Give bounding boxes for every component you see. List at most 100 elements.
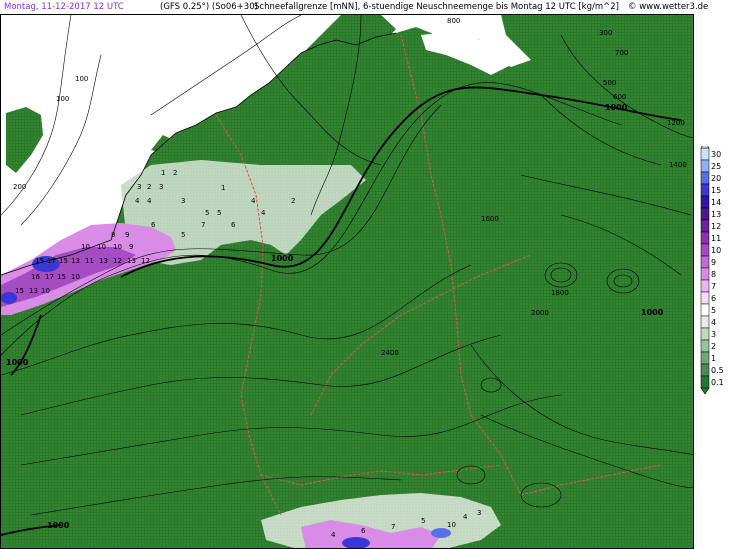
snow-value: 16 bbox=[31, 273, 40, 281]
snow-value: 9 bbox=[125, 231, 129, 239]
snow-value: 7 bbox=[201, 221, 205, 229]
legend-swatch bbox=[700, 327, 710, 341]
snow-value: 15 bbox=[35, 257, 44, 265]
legend-swatch bbox=[700, 255, 710, 269]
chart-header: Montag, 11-12-2017 12 UTC (GFS 0.25°) (S… bbox=[0, 0, 732, 14]
snow-value: 12 bbox=[141, 257, 150, 265]
legend-labels: 30 25 20 15 14 13 12 11 10 9 8 7 6 5 4 3 2 1 0.5 0.1 bbox=[711, 150, 724, 387]
snow-value: 10 bbox=[41, 287, 50, 295]
contour-label: 100 bbox=[75, 75, 88, 83]
legend-color-boxes bbox=[700, 147, 710, 389]
legend-label: 6 bbox=[711, 294, 716, 303]
contour-label-1000: 1000 bbox=[47, 521, 70, 530]
legend-swatch bbox=[700, 363, 710, 377]
contour-label: 100 bbox=[56, 95, 69, 103]
snow-value: 15 bbox=[57, 273, 66, 281]
snow-value: 4 bbox=[261, 209, 266, 217]
snow-value: 10 bbox=[71, 273, 80, 281]
snow-value: 11 bbox=[85, 257, 94, 265]
contour-label-1000: 1000 bbox=[641, 308, 664, 317]
legend-label: 13 bbox=[711, 210, 721, 219]
snow-value: 1 bbox=[221, 184, 225, 192]
legend-swatch bbox=[700, 147, 710, 161]
snow-value: 17 bbox=[45, 273, 54, 281]
legend-label: 14 bbox=[711, 198, 721, 207]
legend-label: 3 bbox=[711, 330, 716, 339]
snow-value: 2 bbox=[147, 183, 151, 191]
contour-label: 1400 bbox=[669, 161, 687, 169]
snow-value: 4 bbox=[251, 197, 256, 205]
weather-map[interactable]: 100 100 200 300 500 600 700 800 1200 140… bbox=[0, 14, 694, 549]
map-canvas: 100 100 200 300 500 600 700 800 1200 140… bbox=[1, 15, 693, 548]
legend-swatch bbox=[700, 171, 710, 185]
snow-value: 7 bbox=[391, 523, 395, 531]
snow-value: 3 bbox=[181, 197, 185, 205]
chart-description: Schneefallgrenze [mNN], 6-stuendige Neus… bbox=[254, 2, 619, 12]
snow-value: 5 bbox=[205, 209, 209, 217]
snow-value: 6 bbox=[361, 527, 366, 535]
snow-amount-legend: 30 25 20 15 14 13 12 11 10 9 8 7 6 5 4 3 2 1 0.5 0.1 bbox=[697, 141, 732, 396]
legend-label: 20 bbox=[711, 174, 721, 183]
legend-arrow-top bbox=[700, 141, 710, 149]
legend-label: 15 bbox=[711, 186, 721, 195]
snow-value: 10 bbox=[97, 243, 106, 251]
legend-swatch bbox=[700, 339, 710, 353]
contour-label: 2400 bbox=[381, 349, 399, 357]
snow-value: 13 bbox=[127, 257, 136, 265]
legend-swatch bbox=[700, 231, 710, 245]
snow-value: 3 bbox=[159, 183, 163, 191]
snow-value: 10 bbox=[447, 521, 456, 529]
legend-label: 25 bbox=[711, 162, 721, 171]
snow-value: 13 bbox=[99, 257, 108, 265]
contour-label: 600 bbox=[613, 93, 626, 101]
snow-value: 17 bbox=[47, 257, 56, 265]
contour-label: 700 bbox=[615, 49, 628, 57]
legend-swatch bbox=[700, 195, 710, 209]
snow-value: 8 bbox=[111, 231, 115, 239]
legend-swatch bbox=[700, 267, 710, 281]
contour-label-1000: 1000 bbox=[6, 358, 29, 367]
legend-label: 11 bbox=[711, 234, 721, 243]
contour-label-1000: 1000 bbox=[605, 103, 628, 112]
snow-value: 4 bbox=[135, 197, 140, 205]
copyright-notice: © www.wetter3.de bbox=[628, 2, 709, 12]
snow-value: 4 bbox=[147, 197, 152, 205]
snow-value: 10 bbox=[81, 243, 90, 251]
legend-label: 7 bbox=[711, 282, 716, 291]
legend-swatch bbox=[700, 279, 710, 293]
snow-value: 1 bbox=[161, 169, 165, 177]
snow-value: 12 bbox=[113, 257, 122, 265]
legend-canvas: 30 25 20 15 14 13 12 11 10 9 8 7 6 5 4 3 2 1 0.5 0.1 bbox=[700, 141, 724, 395]
legend-label: 30 bbox=[711, 150, 721, 159]
legend-label: 8 bbox=[711, 270, 716, 279]
legend-swatch bbox=[700, 303, 710, 317]
legend-swatch bbox=[700, 219, 710, 233]
legend-swatch bbox=[700, 159, 710, 173]
legend-arrow-bottom bbox=[700, 387, 710, 395]
snow-value: 9 bbox=[129, 243, 133, 251]
contour-label: 800 bbox=[447, 17, 460, 25]
snow-value: 3 bbox=[477, 509, 481, 517]
snow-value: 6 bbox=[151, 221, 156, 229]
snow-value: 4 bbox=[463, 513, 468, 521]
snow-value: 15 bbox=[59, 257, 68, 265]
model-run-info: (GFS 0.25°) (So06+30) bbox=[160, 2, 258, 12]
legend-label: 5 bbox=[711, 306, 716, 315]
snow-value: 5 bbox=[217, 209, 221, 217]
legend-swatch bbox=[700, 243, 710, 257]
legend-swatch bbox=[700, 375, 710, 389]
snow-value: 5 bbox=[421, 517, 425, 525]
snow-value: 2 bbox=[173, 169, 177, 177]
snow-alps-blue bbox=[342, 537, 370, 548]
snow-value: 13 bbox=[29, 287, 38, 295]
legend-swatch bbox=[700, 315, 710, 329]
contour-label: 1200 bbox=[667, 119, 685, 127]
snow-value: 2 bbox=[291, 197, 295, 205]
contour-label: 1600 bbox=[481, 215, 499, 223]
legend-label: 0.1 bbox=[711, 378, 724, 387]
legend-swatch bbox=[700, 207, 710, 221]
legend-label: 10 bbox=[711, 246, 721, 255]
legend-label: 0.5 bbox=[711, 366, 724, 375]
snow-value: 6 bbox=[231, 221, 236, 229]
forecast-datetime: Montag, 11-12-2017 12 UTC bbox=[4, 2, 124, 12]
